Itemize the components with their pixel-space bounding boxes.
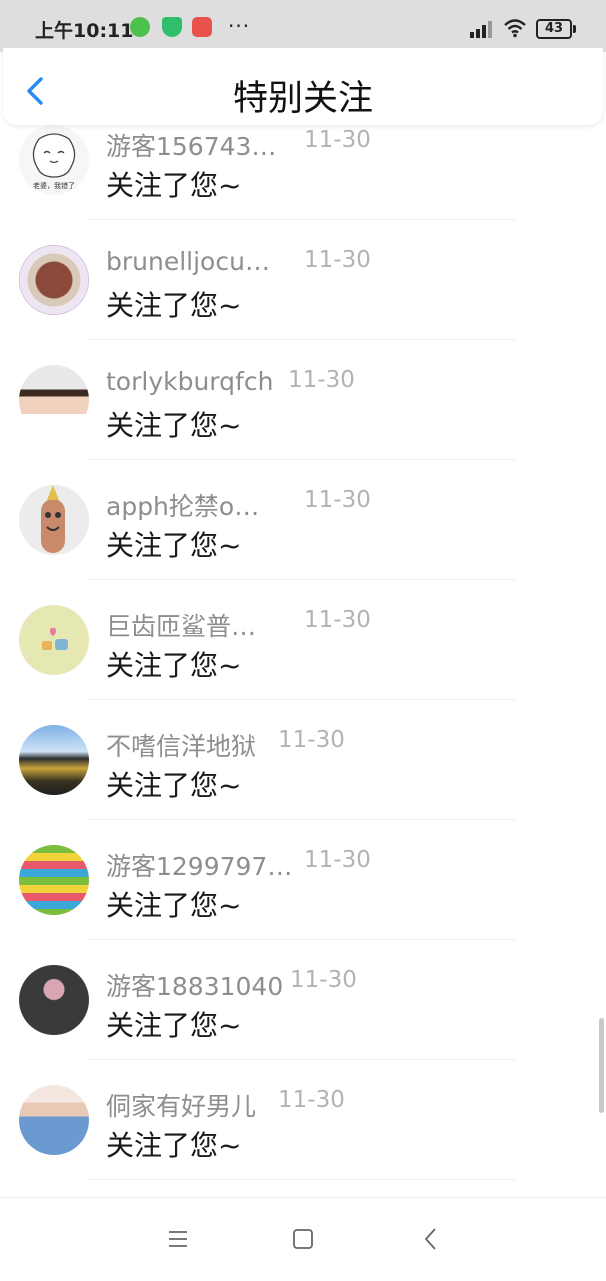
status-time: 上午10:11 — [35, 20, 134, 42]
list-item[interactable]: apph抡禁o… 11-30 关注了您~ — [0, 460, 606, 580]
follow-date: 11-30 — [304, 487, 371, 513]
signal-icon — [470, 21, 492, 38]
follow-message: 关注了您~ — [106, 1129, 242, 1162]
avatar[interactable] — [19, 485, 89, 555]
navigation-bar — [0, 1197, 606, 1281]
user-name: torlykburqfch — [106, 367, 274, 396]
follow-date: 11-30 — [290, 967, 357, 993]
follow-message: 关注了您~ — [106, 649, 242, 682]
user-name: 巨齿匝鲨普… — [106, 612, 257, 641]
finger-face-icon — [41, 485, 65, 553]
app-icon — [192, 17, 212, 37]
follow-message: 关注了您~ — [106, 769, 242, 802]
list-item[interactable]: 游客18831040 11-30 关注了您~ — [0, 940, 606, 1060]
avatar[interactable] — [19, 245, 89, 315]
user-name: brunelljocu… — [106, 247, 270, 276]
avatar[interactable] — [19, 365, 89, 435]
user-name: 不嗜信洋地狱 — [106, 732, 257, 761]
user-name: 游客1299797… — [106, 852, 293, 881]
wifi-icon — [504, 19, 526, 38]
avatar[interactable] — [19, 845, 89, 915]
scrollbar[interactable] — [599, 1018, 604, 1113]
list-item[interactable]: 侗家有好男儿 11-30 关注了您~ — [0, 1060, 606, 1180]
avatar[interactable] — [19, 965, 89, 1035]
follow-date: 11-30 — [304, 127, 371, 153]
follow-date: 11-30 — [278, 1087, 345, 1113]
status-bar: 上午10:11 ··· 43 — [0, 0, 606, 52]
wechat-icon — [130, 17, 150, 37]
avatar[interactable] — [19, 605, 89, 675]
back-icon[interactable] — [418, 1226, 444, 1252]
more-notifications-icon: ··· — [228, 14, 251, 38]
avatar[interactable] — [19, 1085, 89, 1155]
page-title: 特别关注 — [232, 79, 373, 119]
user-name: 游客18831040 — [106, 972, 284, 1001]
follow-message: 关注了您~ — [106, 1009, 242, 1042]
list-item[interactable]: 游客1299797… 11-30 关注了您~ — [0, 820, 606, 940]
follow-message: 关注了您~ — [106, 289, 242, 322]
cute-stickers-icon — [42, 627, 68, 650]
user-name: 侗家有好男儿 — [106, 1092, 257, 1121]
list-item[interactable]: 巨齿匝鲨普… 11-30 关注了您~ — [0, 580, 606, 700]
avatar[interactable]: 老婆，我错了 — [19, 125, 89, 195]
user-name: 游客156743… — [106, 132, 277, 161]
avatar[interactable] — [19, 725, 89, 795]
list-item[interactable]: 不嗜信洋地狱 11-30 关注了您~ — [0, 700, 606, 820]
page-header: 特别关注 — [3, 48, 603, 125]
follow-date: 11-30 — [278, 727, 345, 753]
menu-icon[interactable] — [165, 1226, 191, 1252]
user-name: apph抡禁o… — [106, 492, 260, 521]
follow-date: 11-30 — [304, 247, 371, 273]
follow-date: 11-30 — [304, 607, 371, 633]
follow-message: 关注了您~ — [106, 889, 242, 922]
follow-date: 11-30 — [288, 367, 355, 393]
battery-icon: 43 — [536, 19, 576, 39]
follow-date: 11-30 — [304, 847, 371, 873]
list-item[interactable]: torlykburqfch 11-30 关注了您~ — [0, 340, 606, 460]
avatar-caption: 老婆，我错了 — [33, 181, 75, 190]
follow-message: 关注了您~ — [106, 169, 242, 202]
list-item[interactable]: brunelljocu… 11-30 关注了您~ — [0, 220, 606, 340]
shield-icon — [162, 17, 182, 37]
divider — [90, 1179, 516, 1180]
cartoon-face-icon: 老婆，我错了 — [32, 133, 76, 190]
follow-message: 关注了您~ — [106, 529, 242, 562]
home-icon[interactable] — [290, 1226, 316, 1252]
follow-message: 关注了您~ — [106, 409, 242, 442]
